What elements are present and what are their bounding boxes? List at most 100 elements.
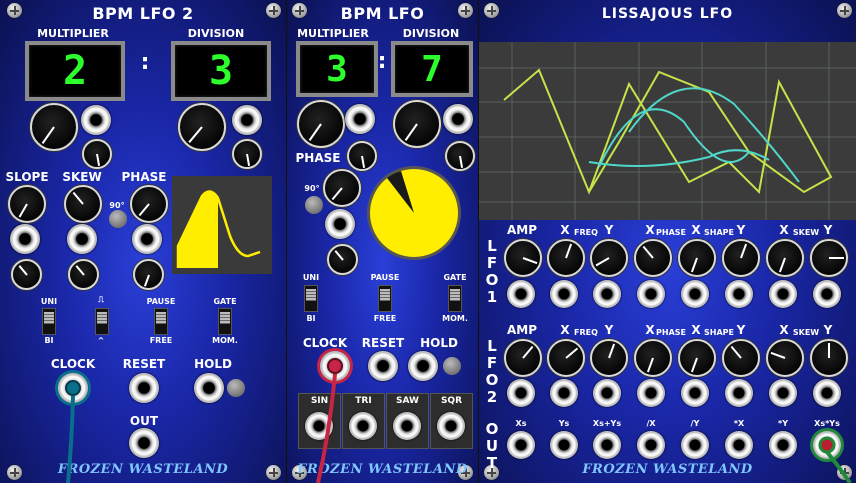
gate-mom-switch[interactable] bbox=[448, 285, 462, 312]
hold-button[interactable] bbox=[443, 357, 461, 375]
out-xs-mul-ys-jack[interactable] bbox=[813, 431, 841, 459]
lfo1-phase-y-knob[interactable] bbox=[678, 239, 716, 277]
lfo2-amp-cv-jack[interactable] bbox=[507, 379, 535, 407]
pause-free-switch[interactable] bbox=[154, 308, 168, 335]
lfo1-freq-x-cv-jack[interactable] bbox=[550, 280, 578, 308]
clock-input-jack[interactable] bbox=[320, 351, 350, 381]
ratio-colon: : bbox=[140, 50, 150, 75]
skew-knob[interactable] bbox=[64, 185, 102, 223]
lfo1-skew-y-knob[interactable] bbox=[810, 239, 848, 277]
lfo2-shape-y-cv-jack[interactable] bbox=[769, 379, 797, 407]
multiplier-knob[interactable] bbox=[30, 103, 78, 151]
phase-cv-attenuator-knob[interactable] bbox=[327, 244, 358, 275]
lfo2-amp-label: AMP bbox=[506, 323, 538, 337]
out-xs-jack[interactable] bbox=[507, 431, 535, 459]
lfo1-amp-cv-jack[interactable] bbox=[507, 280, 535, 308]
module-title: BPM LFO 2 bbox=[92, 4, 194, 23]
division-knob[interactable] bbox=[393, 100, 441, 148]
division-display: 3 bbox=[171, 41, 271, 101]
out-div-y-jack[interactable] bbox=[681, 431, 709, 459]
sin-output-jack[interactable] bbox=[305, 412, 333, 440]
lfo2-phase-x-cv-jack[interactable] bbox=[637, 379, 665, 407]
lfo1-shape-y-cv-jack[interactable] bbox=[769, 280, 797, 308]
slope-knob[interactable] bbox=[8, 185, 46, 223]
clock-input-jack[interactable] bbox=[58, 373, 88, 403]
division-cv-jack[interactable] bbox=[232, 105, 262, 135]
out-mul-x-jack[interactable] bbox=[725, 431, 753, 459]
lfo2-phase-y-cv-jack[interactable] bbox=[681, 379, 709, 407]
lfo1-freq-y-cv-jack[interactable] bbox=[593, 280, 621, 308]
lfo1-shape-x-cv-jack[interactable] bbox=[725, 280, 753, 308]
slope-cv-attenuator-knob[interactable] bbox=[11, 259, 42, 290]
out-mul-y-jack[interactable] bbox=[769, 431, 797, 459]
uni-bi-switch[interactable] bbox=[304, 285, 318, 312]
lfo2-freq-y-knob[interactable] bbox=[590, 339, 628, 377]
lfo1-shape-y-knob[interactable] bbox=[766, 239, 804, 277]
lfo1-shape-x-knob[interactable] bbox=[722, 239, 760, 277]
lfo2-shape-y-knob[interactable] bbox=[766, 339, 804, 377]
gate-mom-switch[interactable] bbox=[218, 308, 232, 335]
uni-bi-switch[interactable] bbox=[42, 308, 56, 335]
saw-output-jack[interactable] bbox=[393, 412, 421, 440]
lfo1-phase-x-knob[interactable] bbox=[634, 239, 672, 277]
multiplier-knob[interactable] bbox=[297, 100, 345, 148]
free-label: FREE bbox=[373, 314, 397, 323]
lfo2-amp-knob[interactable] bbox=[504, 339, 542, 377]
lfo2-skew-y-knob[interactable] bbox=[810, 339, 848, 377]
module-title: LISSAJOUS LFO bbox=[601, 6, 734, 22]
square-wave-icon: ⎍ bbox=[98, 295, 104, 304]
lfo2-freq-x-knob[interactable] bbox=[547, 339, 585, 377]
division-knob[interactable] bbox=[178, 103, 226, 151]
hold-button[interactable] bbox=[227, 379, 245, 397]
out-xs-mul-ys-label: Xs*Ys bbox=[814, 419, 840, 428]
multiplier-label: MULTIPLIER bbox=[37, 27, 109, 40]
lfo2-freq-y-cv-jack[interactable] bbox=[593, 379, 621, 407]
lfo2-skew-y-cv-jack[interactable] bbox=[813, 379, 841, 407]
waveform-select-switch[interactable] bbox=[95, 308, 109, 335]
out-div-x-jack[interactable] bbox=[637, 431, 665, 459]
lfo-output-jack[interactable] bbox=[129, 428, 159, 458]
lfo1-amp-knob[interactable] bbox=[504, 239, 542, 277]
phase-90-button[interactable] bbox=[305, 196, 323, 214]
lfo2-phase-y-knob[interactable] bbox=[678, 339, 716, 377]
phase-90-button[interactable] bbox=[109, 210, 127, 228]
multiplier-cv-attenuator-knob[interactable] bbox=[82, 139, 112, 169]
lfo2-shape-label: SHAPE bbox=[704, 328, 734, 337]
multiplier-cv-jack[interactable] bbox=[81, 105, 111, 135]
hold-input-jack[interactable] bbox=[408, 351, 438, 381]
sqr-output-jack[interactable] bbox=[437, 412, 465, 440]
lfo2-shape-x-cv-jack[interactable] bbox=[725, 379, 753, 407]
gate-label: GATE bbox=[443, 273, 467, 282]
phase-cv-attenuator-knob[interactable] bbox=[133, 259, 164, 290]
phase-cv-jack[interactable] bbox=[325, 209, 355, 239]
division-cv-attenuator-knob[interactable] bbox=[232, 139, 262, 169]
lfo1-shape-label: SHAPE bbox=[704, 228, 734, 237]
multiplier-cv-jack[interactable] bbox=[345, 104, 375, 134]
lfo1-skew-y-cv-jack[interactable] bbox=[813, 280, 841, 308]
reset-input-jack[interactable] bbox=[129, 373, 159, 403]
lfo2-row-label: LFO2 bbox=[485, 337, 499, 406]
lfo2-shape-x-knob[interactable] bbox=[722, 339, 760, 377]
out-xs-plus-ys-jack[interactable] bbox=[593, 431, 621, 459]
phase-knob[interactable] bbox=[130, 185, 168, 223]
pie-indicator-icon bbox=[370, 169, 458, 257]
skew-cv-attenuator-knob[interactable] bbox=[68, 259, 99, 290]
lfo1-freq-y-knob[interactable] bbox=[590, 239, 628, 277]
phase-cv-jack[interactable] bbox=[132, 224, 162, 254]
pause-free-switch[interactable] bbox=[378, 285, 392, 312]
reset-input-jack[interactable] bbox=[368, 351, 398, 381]
hold-input-jack[interactable] bbox=[194, 373, 224, 403]
lfo1-phase-y-cv-jack[interactable] bbox=[681, 280, 709, 308]
lfo1-freq-x-knob[interactable] bbox=[547, 239, 585, 277]
out-ys-jack[interactable] bbox=[550, 431, 578, 459]
phase-knob[interactable] bbox=[323, 169, 361, 207]
lfo1-phase-x-cv-jack[interactable] bbox=[637, 280, 665, 308]
tri-output-jack[interactable] bbox=[349, 412, 377, 440]
saw-output-panel: SAW bbox=[386, 393, 429, 449]
reset-label: RESET bbox=[361, 336, 405, 350]
division-cv-jack[interactable] bbox=[443, 104, 473, 134]
lfo2-phase-x-knob[interactable] bbox=[634, 339, 672, 377]
lfo2-freq-x-cv-jack[interactable] bbox=[550, 379, 578, 407]
skew-cv-jack[interactable] bbox=[67, 224, 97, 254]
slope-cv-jack[interactable] bbox=[10, 224, 40, 254]
